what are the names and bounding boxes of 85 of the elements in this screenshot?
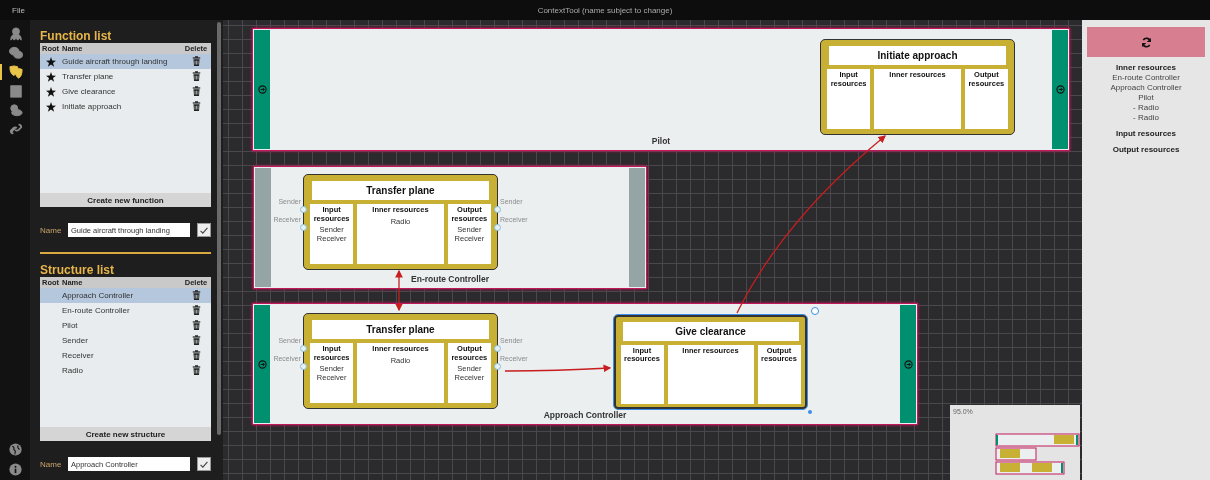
section-heading: Inner resources: [1116, 63, 1176, 73]
port-handle[interactable]: [494, 224, 501, 231]
list-row[interactable]: Sender: [40, 333, 211, 348]
confirm-button[interactable]: [197, 223, 211, 237]
list-row[interactable]: Pilot: [40, 318, 211, 333]
trash-icon[interactable]: [191, 101, 201, 112]
structure-label: Pilot: [651, 136, 671, 146]
check-icon: [200, 460, 208, 468]
arrow-circle-icon[interactable]: [257, 85, 267, 94]
function-title: Initiate approach: [829, 46, 1006, 65]
resource-item: Pilot: [1138, 93, 1154, 103]
row-name: Approach Controller: [62, 291, 135, 300]
list-row[interactable]: Receiver: [40, 348, 211, 363]
create-button[interactable]: Create new function: [40, 193, 211, 207]
row-name: Radio: [62, 366, 84, 375]
field-label: Name: [40, 225, 63, 235]
field-label: Name: [40, 459, 63, 469]
trash-icon[interactable]: [191, 71, 201, 82]
create-button[interactable]: Create new structure: [40, 427, 211, 441]
row-name: Pilot: [62, 321, 79, 330]
resize-handle[interactable]: [811, 307, 819, 315]
row-name: Give clearance: [62, 87, 117, 96]
arrow-circle-icon[interactable]: [1055, 85, 1065, 94]
scrollbar[interactable]: [217, 22, 221, 435]
function-title: Transfer plane: [312, 181, 489, 200]
confirm-button[interactable]: [197, 457, 211, 471]
section-heading: Input resources: [1116, 129, 1176, 139]
structure-label: En-route Controller: [411, 274, 489, 284]
list-row[interactable]: Guide aircraft through landing: [40, 54, 211, 69]
resource-item: - Radio: [1133, 113, 1159, 123]
port-handle[interactable]: [300, 345, 307, 352]
globe-icon[interactable]: [8, 443, 22, 456]
list-row[interactable]: Radio: [40, 363, 211, 378]
window-title: ContextTool (name subject to change): [537, 5, 673, 15]
arrow-circle-icon[interactable]: [257, 359, 267, 369]
trash-icon[interactable]: [191, 320, 201, 331]
arrow-circle-icon[interactable]: [903, 359, 913, 369]
diagram-canvas[interactable]: [223, 20, 1082, 480]
list-row[interactable]: Give clearance: [40, 84, 211, 99]
structure-container[interactable]: [252, 303, 918, 425]
row-name: Sender: [62, 336, 89, 345]
menu-item[interactable]: File: [0, 5, 25, 15]
trash-icon[interactable]: [191, 290, 201, 301]
section-title: Structure list: [40, 263, 115, 277]
star-icon[interactable]: [46, 71, 56, 82]
port-handle[interactable]: [300, 224, 307, 231]
trash-icon[interactable]: [191, 350, 201, 361]
function-title: Give clearance: [622, 321, 799, 341]
row-name: Initiate approach: [62, 102, 123, 111]
trash-icon[interactable]: [191, 56, 201, 67]
resource-item: Approach Controller: [1110, 83, 1182, 93]
connection-arrow[interactable]: [395, 269, 403, 312]
row-name: En-route Controller: [62, 306, 131, 315]
person-icon: [9, 27, 23, 41]
list-row[interactable]: Approach Controller: [40, 288, 211, 303]
structure-label: Approach Controller: [543, 410, 627, 420]
list-row[interactable]: En-route Controller: [40, 303, 211, 318]
row-name: Receiver: [62, 351, 95, 360]
trash-icon[interactable]: [191, 365, 201, 376]
star-icon[interactable]: [46, 101, 56, 112]
section-heading: Output resources: [1112, 145, 1180, 155]
function-title: Transfer plane: [312, 320, 489, 339]
trash-icon[interactable]: [191, 305, 201, 316]
star-icon[interactable]: [46, 56, 56, 67]
trash-icon[interactable]: [191, 335, 201, 346]
connection-arrow[interactable]: [736, 135, 886, 314]
row-name: Guide aircraft through landing: [62, 57, 169, 66]
port-handle[interactable]: [300, 206, 307, 213]
check-icon: [200, 226, 208, 234]
star-icon[interactable]: [46, 86, 56, 97]
port-handle[interactable]: [494, 345, 501, 352]
resize-handle[interactable]: [808, 410, 812, 414]
resource-item: - Radio: [1133, 103, 1159, 113]
info-icon[interactable]: [8, 463, 22, 476]
resource-item: En-route Controller: [1112, 73, 1180, 83]
port-handle[interactable]: [300, 363, 307, 370]
row-name: Transfer plane: [62, 72, 115, 81]
list-row[interactable]: Transfer plane: [40, 69, 211, 84]
port-handle[interactable]: [494, 363, 501, 370]
refresh-icon: [1140, 36, 1152, 48]
trash-icon[interactable]: [191, 86, 201, 97]
link-icon: [9, 122, 23, 136]
list-row[interactable]: Initiate approach: [40, 99, 211, 114]
section-title: Function list: [40, 29, 113, 43]
port-handle[interactable]: [494, 206, 501, 213]
